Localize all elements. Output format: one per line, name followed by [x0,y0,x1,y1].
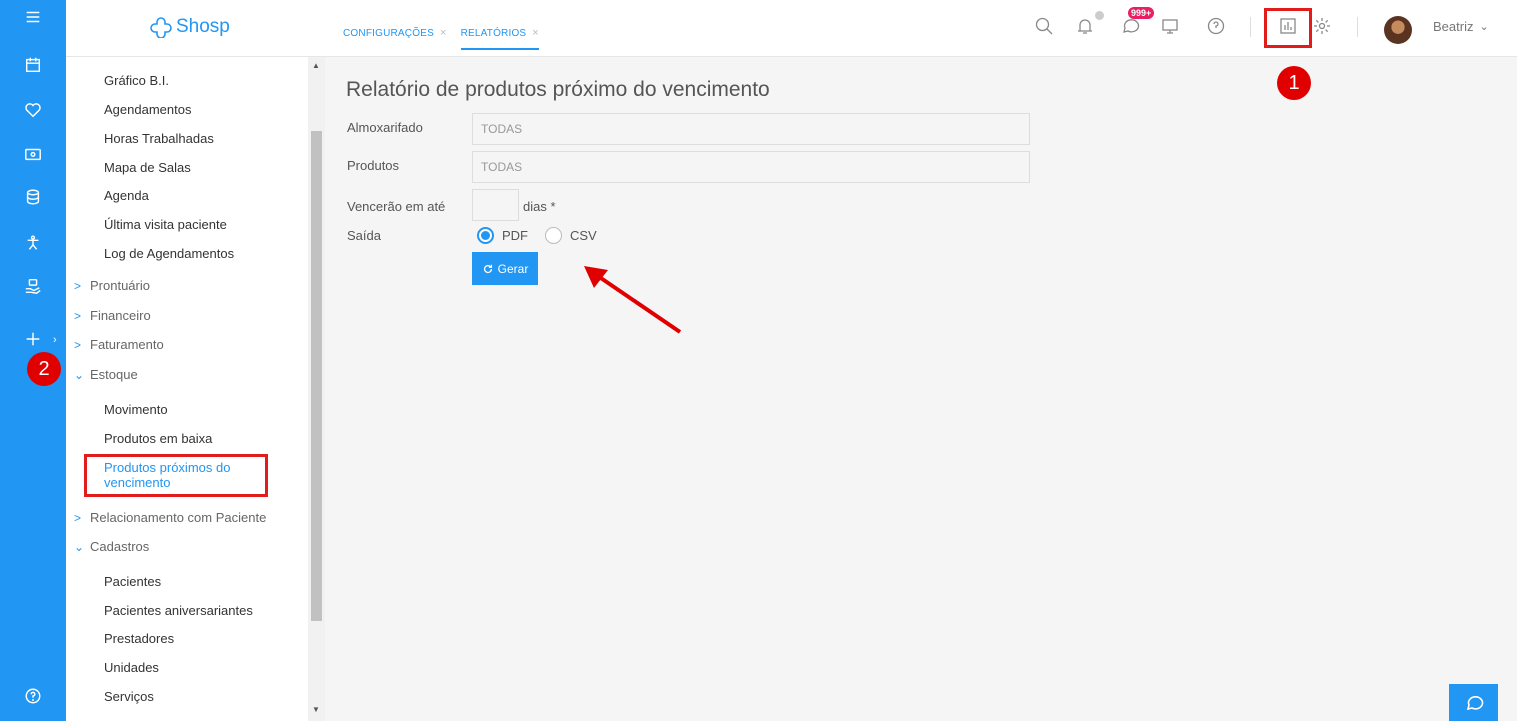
refresh-icon [483,264,492,273]
selected-item-highlight [84,454,268,497]
scroll-thumb[interactable] [311,131,322,621]
gear-icon[interactable] [1310,14,1334,38]
section-label: Relacionamento com Paciente [90,510,267,525]
money-icon[interactable] [20,141,46,167]
sidebar-section-prontuario[interactable]: > Prontuário [74,278,150,293]
sidebar-item[interactable]: Última visita paciente [104,217,227,232]
accessibility-icon[interactable] [20,230,46,256]
sidebar-item[interactable]: Prestadores [104,631,174,646]
sidebar-item[interactable]: Serviços [104,689,154,704]
chevron-down-icon: ⌄ [1479,21,1489,33]
section-label: Prontuário [90,278,150,293]
logo-text: Shosp [176,16,230,37]
database-icon[interactable] [20,184,46,210]
sidebar-menu: Gráfico B.I. Agendamentos Horas Trabalha… [66,57,308,721]
sidebar-section-relacionamento[interactable]: > Relacionamento com Paciente [74,510,266,525]
radio-pdf[interactable]: PDF [477,227,528,244]
monitor-icon[interactable] [1158,14,1182,38]
live-chat-button[interactable] [1449,684,1498,721]
section-label: Financeiro [90,308,151,323]
sidebar-section-faturamento[interactable]: > Faturamento [74,337,164,352]
generate-button[interactable]: Gerar [472,252,538,285]
sidebar-item[interactable]: Agenda [104,188,149,203]
tab-bar: CONFIGURAÇÕES × RELATÓRIOS × [343,27,539,50]
rail-expand-icon[interactable]: › [53,334,57,346]
chevron-right-icon: > [74,308,82,323]
chevron-right-icon: > [74,510,82,525]
sidebar-item-movimento[interactable]: Movimento [104,402,168,417]
sidebar-item[interactable]: Pacientes [104,574,161,589]
radio-label: PDF [502,228,528,243]
help-circle-icon[interactable] [1204,14,1228,38]
sidebar-item[interactable]: Agendamentos [104,102,191,117]
sidebar-item-produtos-em-baixa[interactable]: Produtos em baixa [104,431,212,446]
plus-icon[interactable] [20,326,46,352]
produtos-label: Produtos [347,158,400,173]
messages-badge: 999+ [1128,7,1155,19]
page-title: Relatório de produtos próximo do vencime… [346,78,770,101]
sidebar-item[interactable]: Gráfico B.I. [104,73,169,88]
sidebar-scrollbar[interactable]: ▲ ▼ [308,57,325,721]
chevron-down-icon: ⌄ [74,367,85,382]
almoxarifado-select[interactable]: TODAS [472,113,1030,145]
tab-relatorios[interactable]: RELATÓRIOS × [460,27,539,50]
sidebar-item[interactable]: Mapa de Salas [104,160,191,175]
calendar-icon[interactable] [20,52,46,78]
annotation-marker-2: 2 [27,352,61,386]
tab-close-icon[interactable]: × [440,27,447,39]
chat-bubble-icon [1466,695,1483,710]
days-suffix: dias * [523,199,556,214]
chevron-right-icon: > [74,337,82,352]
sidebar-item[interactable]: Pacientes aniversariantes [104,603,253,618]
radio-csv[interactable]: CSV [545,227,597,244]
generate-label: Gerar [497,261,529,276]
hand-care-icon[interactable] [20,273,46,299]
saida-label: Saída [347,228,381,243]
avatar[interactable] [1384,16,1412,44]
radio-circle [477,227,494,244]
bell-icon[interactable] [1073,14,1097,38]
brand-logo[interactable]: Shosp [148,16,230,38]
tab-label: RELATÓRIOS [460,27,527,39]
sidebar-section-financeiro[interactable]: > Financeiro [74,308,151,323]
tab-close-icon[interactable]: × [532,27,539,39]
header-divider [1357,17,1358,37]
annotation-arrow-icon [584,266,682,334]
radio-label: CSV [570,228,597,243]
scroll-down-icon[interactable]: ▼ [312,705,320,714]
heart-icon[interactable] [20,97,46,123]
report-form: Relatório de produtos próximo do vencime… [325,57,1517,721]
user-menu[interactable]: Beatriz ⌄ [1433,19,1489,34]
tab-label: CONFIGURAÇÕES [343,27,434,39]
section-label: Cadastros [90,539,150,554]
section-label: Estoque [90,367,138,382]
section-label: Faturamento [90,337,164,352]
tab-configuracoes[interactable]: CONFIGURAÇÕES × [343,27,447,50]
scroll-up-icon[interactable]: ▲ [312,61,320,70]
radio-circle [545,227,562,244]
help-icon[interactable] [20,683,46,709]
vencerao-label: Vencerão em até [347,199,446,214]
almoxarifado-label: Almoxarifado [347,120,423,135]
chevron-right-icon: > [74,278,82,293]
sidebar-item[interactable]: Unidades [104,660,159,675]
sidebar-item[interactable]: Horas Trabalhadas [104,131,214,146]
days-input[interactable] [472,189,519,221]
sidebar-section-cadastros[interactable]: ⌄ Cadastros [74,539,149,554]
sidebar-item[interactable]: Log de Agendamentos [104,246,234,261]
sidebar-section-estoque[interactable]: ⌄ Estoque [74,367,138,382]
logo-icon [150,17,172,38]
user-name: Beatriz [1433,19,1474,34]
reports-highlight [1264,8,1312,48]
produtos-select[interactable]: TODAS [472,151,1030,183]
menu-icon[interactable] [20,4,46,30]
header-divider [1250,17,1251,37]
chevron-down-icon: ⌄ [74,539,85,554]
notification-dot [1095,11,1104,20]
search-icon[interactable] [1032,14,1056,38]
